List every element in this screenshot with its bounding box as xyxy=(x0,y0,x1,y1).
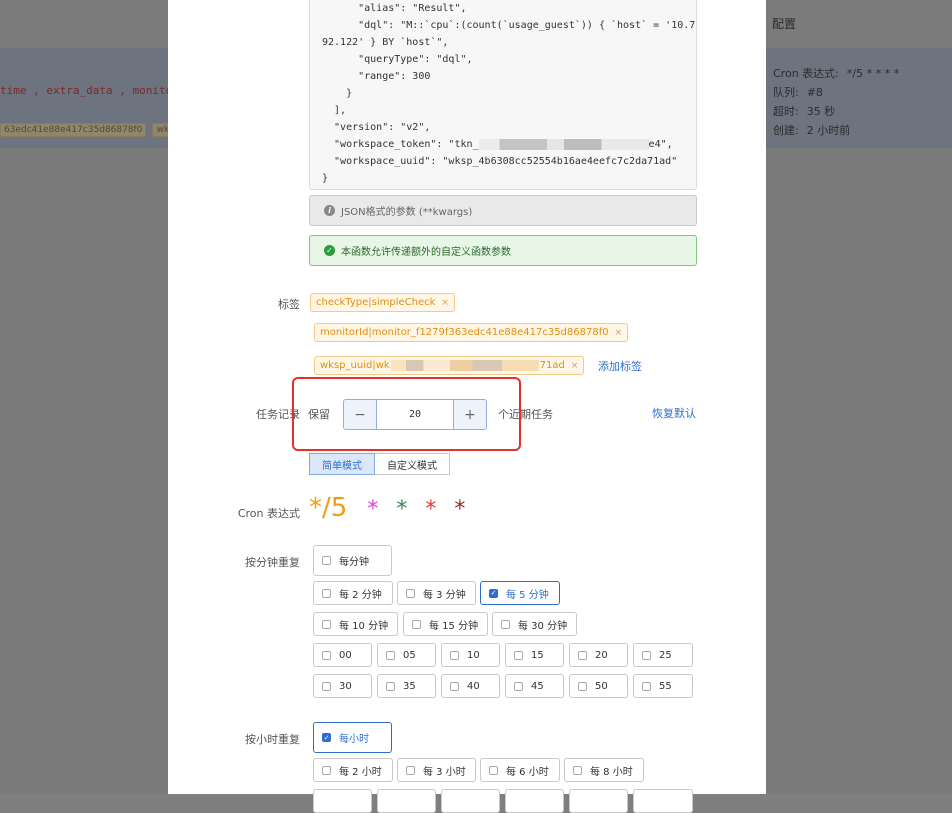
info-icon: i xyxy=(324,205,335,216)
every-30-min-checkbox[interactable]: 每 30 分钟 xyxy=(492,612,577,636)
hour-option-checkbox[interactable] xyxy=(505,789,564,813)
tags-label: 标签 xyxy=(278,298,300,311)
minute-20-checkbox[interactable]: 20 xyxy=(569,643,628,667)
every-6-hours-checkbox[interactable]: 每 6 小时 xyxy=(480,758,560,782)
cron-label: Cron 表达式 xyxy=(237,507,300,520)
background-task-info: Cron 表达式: */5 * * * * 队列: #8 超时: 35 秒 创建: 2 … xyxy=(773,67,900,137)
minute-30-checkbox[interactable]: 30 xyxy=(313,674,372,698)
cron-weekday-field: * xyxy=(454,497,466,522)
hour-option-checkbox[interactable] xyxy=(377,789,436,813)
every-8-hours-checkbox[interactable]: 每 8 小时 xyxy=(564,758,644,782)
every-10-min-checkbox[interactable]: 每 10 分钟 xyxy=(313,612,398,636)
tag-monitor-id[interactable]: monitorId|monitor_f1279f363edc41e88e417c… xyxy=(314,323,629,342)
minute-05-checkbox[interactable]: 05 xyxy=(377,643,436,667)
close-icon[interactable]: × xyxy=(615,328,623,338)
minute-25-checkbox[interactable]: 25 xyxy=(633,643,693,667)
every-5-min-checkbox[interactable]: ✓ 每 5 分钟 xyxy=(480,581,560,605)
simple-mode-button[interactable]: 简单模式 xyxy=(309,453,375,475)
hour-option-checkbox[interactable] xyxy=(441,789,500,813)
highlight-annotation xyxy=(292,377,521,451)
tag-check-type[interactable]: checkType|simpleCheck × xyxy=(310,293,455,312)
add-tag-link[interactable]: 添加标签 xyxy=(598,358,642,374)
minute-40-checkbox[interactable]: 40 xyxy=(441,674,500,698)
cron-expression: */5 * * * * xyxy=(309,493,483,523)
cron-hour-field: * xyxy=(367,497,379,522)
tag-workspace-uuid[interactable]: wksp_uuid|wk 71ad × xyxy=(314,356,585,375)
hour-option-checkbox[interactable] xyxy=(569,789,628,813)
every-2-hours-checkbox[interactable]: 每 2 小时 xyxy=(313,758,393,782)
minute-15-checkbox[interactable]: 15 xyxy=(505,643,564,667)
minute-50-checkbox[interactable]: 50 xyxy=(569,674,628,698)
every-2-min-checkbox[interactable]: 每 2 分钟 xyxy=(313,581,393,605)
cron-day-field: * xyxy=(396,497,408,522)
kwargs-json-editor[interactable]: "alias": "Result", "dql": "M::`cpu`:(cou… xyxy=(309,0,697,190)
minute-55-checkbox[interactable]: 55 xyxy=(633,674,693,698)
hour-repeat-label: 按小时重复 xyxy=(245,733,300,746)
every-minute-checkbox[interactable]: 每分钟 xyxy=(313,545,392,576)
background-config-title: 配置 xyxy=(772,17,797,31)
background-tag: 63edc41e88e417c35d86878f0 xyxy=(0,123,147,137)
cron-minute-field: */5 xyxy=(309,493,348,523)
every-3-hours-checkbox[interactable]: 每 3 小时 xyxy=(397,758,476,782)
background-code: time , extra_data , monito xyxy=(0,84,173,97)
hour-option-checkbox[interactable] xyxy=(313,789,372,813)
every-15-min-checkbox[interactable]: 每 15 分钟 xyxy=(403,612,488,636)
every-hour-checkbox[interactable]: ✓ 每小时 xyxy=(313,722,392,753)
close-icon[interactable]: × xyxy=(571,361,579,371)
every-3-min-checkbox[interactable]: 每 3 分钟 xyxy=(397,581,476,605)
minute-45-checkbox[interactable]: 45 xyxy=(505,674,564,698)
custom-mode-button[interactable]: 自定义模式 xyxy=(375,453,450,475)
reset-default-link[interactable]: 恢复默认 xyxy=(652,405,696,421)
mode-switch: 简单模式 自定义模式 xyxy=(309,453,450,475)
cron-month-field: * xyxy=(425,497,437,522)
check-circle-icon: ✓ xyxy=(324,245,335,256)
redaction-mask xyxy=(390,360,539,371)
success-message: ✓ 本函数允许传递额外的自定义函数参数 xyxy=(309,235,697,266)
close-icon[interactable]: × xyxy=(441,298,449,308)
hour-option-checkbox[interactable] xyxy=(633,789,693,813)
minute-00-checkbox[interactable]: 00 xyxy=(313,643,372,667)
redaction-mask xyxy=(478,138,649,150)
minute-repeat-label: 按分钟重复 xyxy=(245,556,300,569)
background-tags: 63edc41e88e417c35d86878f0 wk xyxy=(0,123,174,137)
minute-35-checkbox[interactable]: 35 xyxy=(377,674,436,698)
task-records-label: 任务记录 xyxy=(256,408,300,421)
json-format-hint: i JSON格式的参数 (**kwargs) xyxy=(309,195,697,226)
minute-10-checkbox[interactable]: 10 xyxy=(441,643,500,667)
